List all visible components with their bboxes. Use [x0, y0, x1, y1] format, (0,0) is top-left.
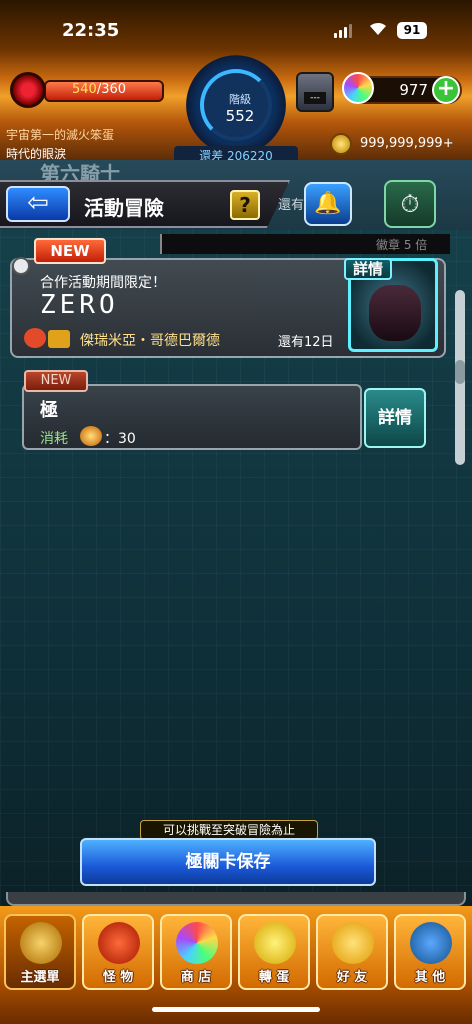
home-indicator[interactable]: [152, 1007, 320, 1012]
scrollbar-thumb[interactable]: [455, 360, 465, 384]
add-orbs-button[interactable]: +: [432, 76, 460, 104]
egg-icon: [254, 922, 296, 964]
stamina-icon: [10, 72, 46, 108]
page-title: 活動冒險: [84, 196, 164, 220]
rank-ring: 階級 552: [200, 69, 272, 141]
nav-friends[interactable]: 好 友: [316, 914, 388, 990]
timer-button[interactable]: ⏱: [384, 180, 436, 228]
nav-gacha[interactable]: 轉 蛋: [238, 914, 310, 990]
gold-count: 999,999,999+: [360, 136, 454, 151]
castle-icon: [20, 922, 62, 964]
help-button[interactable]: ?: [230, 190, 260, 220]
stamina-text: 540/360: [72, 82, 127, 97]
pin-icon: [12, 257, 30, 275]
rank-label: 階級: [229, 93, 251, 106]
monster-icon: [98, 922, 140, 964]
bell-icon: 🔔: [314, 191, 342, 216]
difficulty-name: 極: [40, 400, 58, 421]
friends-icon: [332, 922, 374, 964]
orb-shop-icon: [176, 922, 218, 964]
save-stage-button[interactable]: 極關卡保存: [80, 838, 376, 886]
rank-badge[interactable]: 階級 552: [186, 55, 286, 155]
chest-icon: [48, 330, 70, 348]
gold-coin-icon: [330, 133, 352, 155]
event-detail-button[interactable]: 詳情: [344, 258, 392, 280]
news-line-1: 宇宙第一的滅火笨蛋: [6, 128, 115, 142]
item-box-icon[interactable]: ---: [296, 72, 334, 112]
difficulty-detail-button[interactable]: 詳情: [364, 388, 426, 448]
signal-icon: [334, 24, 352, 38]
difficulty-card[interactable]: [22, 384, 362, 450]
difficulty-new-badge: NEW: [24, 370, 88, 392]
event-days-left: 還有12日: [278, 335, 334, 350]
rank-value: 552: [225, 107, 255, 125]
character-portrait-icon: [369, 285, 421, 341]
cost-value: ：30: [104, 431, 136, 447]
nav-shop[interactable]: 商 店: [160, 914, 232, 990]
back-button[interactable]: ⇦: [6, 186, 70, 222]
other-icon: [410, 922, 452, 964]
event-name: ZERO: [40, 290, 119, 320]
remaining-label: 還有: [278, 198, 305, 213]
orb-count: 977: [399, 81, 428, 99]
nav-main-menu[interactable]: 主選單: [4, 914, 76, 990]
list-frame-bottom: [6, 892, 466, 906]
cost-label: 消耗: [40, 431, 68, 447]
orb-icon: [342, 72, 374, 104]
badge-text: 徽章 5 倍: [376, 238, 428, 252]
new-badge: NEW: [34, 238, 106, 264]
devil-icon: [24, 328, 46, 348]
event-subtitle: 合作活動期間限定！: [40, 275, 166, 291]
nav-other[interactable]: 其 他: [394, 914, 466, 990]
status-bar: 22:35 91: [0, 0, 472, 50]
save-note: 可以挑戰至突破冒險為止: [140, 820, 318, 840]
battery-icon: 91: [397, 22, 427, 39]
stamina-cost-icon: [80, 426, 102, 446]
clock-icon: ⏱: [400, 190, 420, 218]
clock: 22:35: [62, 20, 120, 41]
event-boss-name: 傑瑞米亞・哥德巴爾德: [80, 333, 220, 349]
bell-button[interactable]: 🔔: [304, 182, 352, 226]
nav-monsters[interactable]: 怪 物: [82, 914, 154, 990]
wifi-icon: [370, 22, 386, 35]
item-box-label: ---: [304, 92, 326, 104]
